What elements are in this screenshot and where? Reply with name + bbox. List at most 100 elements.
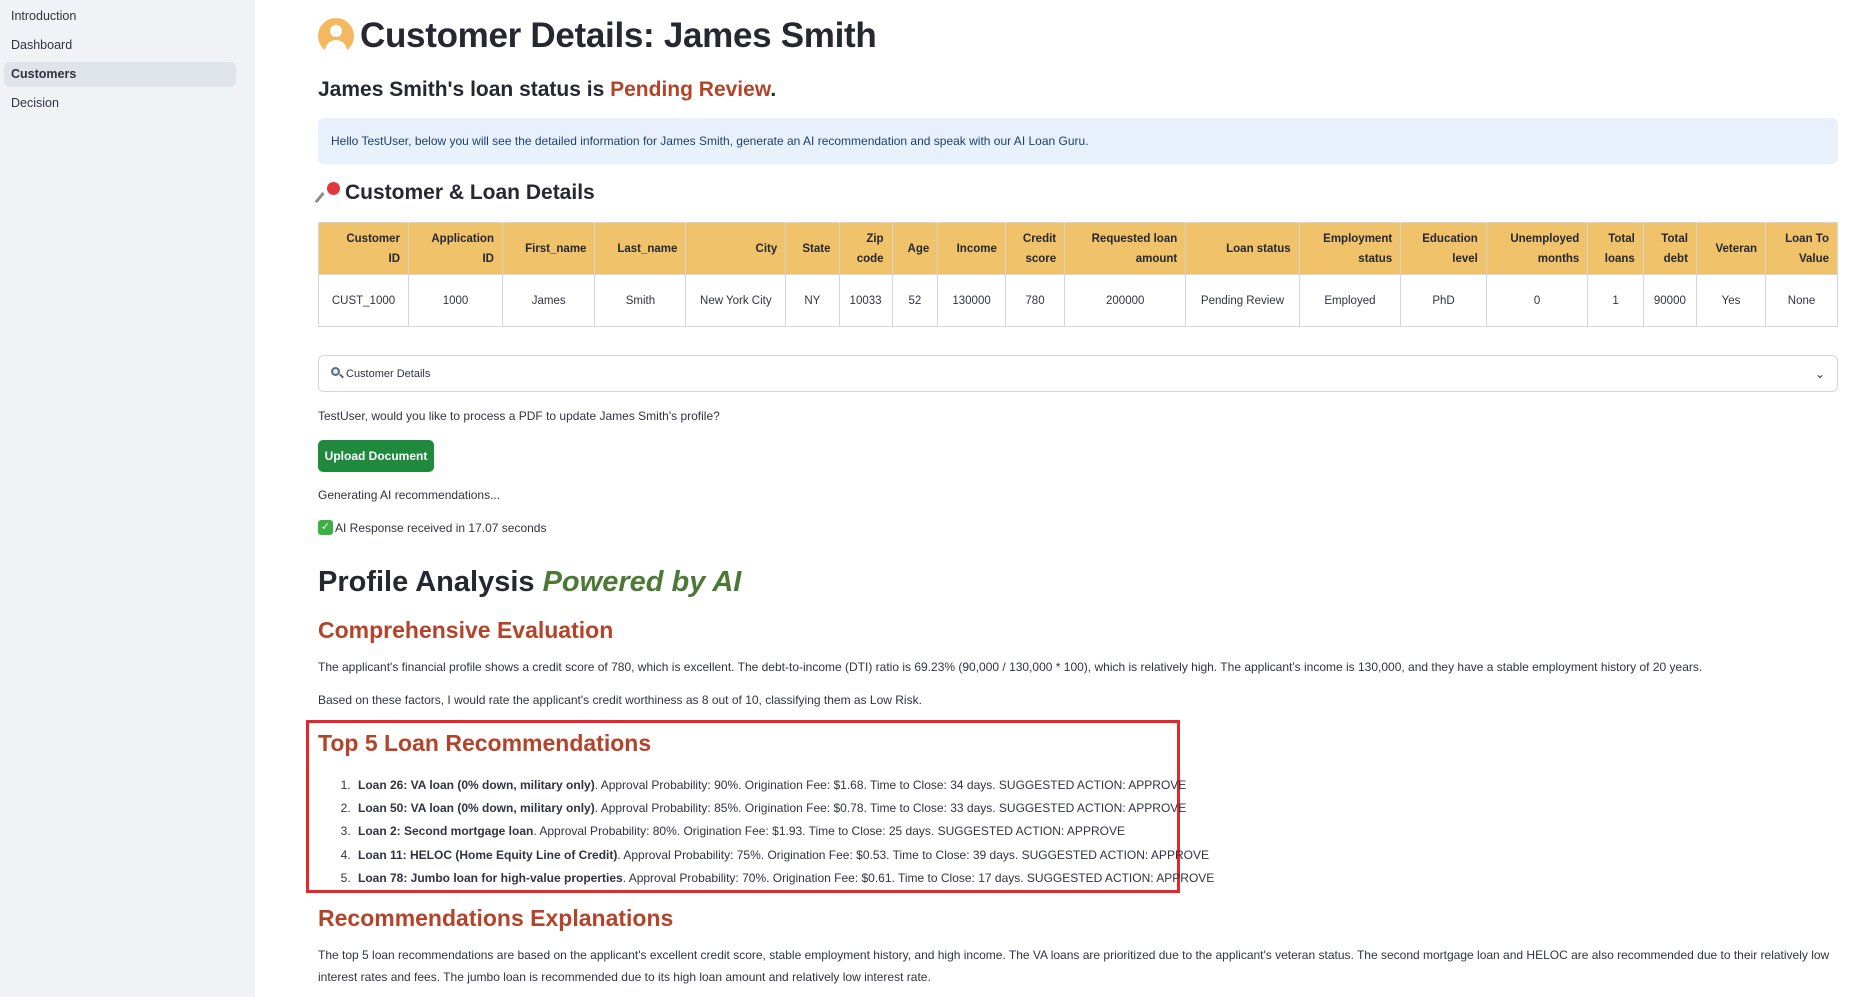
column-header-text: ID xyxy=(388,252,401,265)
pushpin-icon xyxy=(314,181,342,205)
table-cell: 1000 xyxy=(408,274,503,327)
info-alert: Hello TestUser, below you will see the d… xyxy=(318,118,1838,164)
magnifier-icon xyxy=(331,367,344,380)
loan-detail: . Approval Probability: 85%. Origination… xyxy=(594,801,1187,816)
column-header-text: amount xyxy=(1135,252,1178,265)
table-cell: None xyxy=(1765,274,1838,327)
column-header-text: Total xyxy=(1608,232,1635,245)
profile-title-main: Profile Analysis xyxy=(318,566,543,598)
table-row: CUST_1000 1000 James Smith New York City NY 10… xyxy=(317,274,1838,327)
column-header-text: Employment xyxy=(1323,232,1393,245)
sidebar-item-introduction[interactable]: Introduction xyxy=(4,4,236,29)
loan-name: Loan 78: Jumbo loan for high-value prope… xyxy=(358,870,623,885)
sidebar-item-decision[interactable]: Decision xyxy=(4,91,236,116)
recommendation-item: Loan 11: HELOC (Home Equity Line of Cred… xyxy=(354,844,1214,867)
sidebar-item-customers[interactable]: Customers xyxy=(4,62,236,87)
column-header: Unemployed months xyxy=(1485,222,1589,275)
column-header-text: Last_name xyxy=(617,242,678,255)
table-cell: 1 xyxy=(1587,274,1644,327)
table-cell: 10033 xyxy=(838,274,893,327)
explanations-heading: Recommendations Explanations xyxy=(318,905,674,931)
profile-analysis-heading: Profile Analysis Powered by AI xyxy=(318,566,741,599)
column-header-text: Zip xyxy=(866,232,884,245)
customer-details-expander[interactable]: Customer Details ⌄ xyxy=(318,355,1838,392)
status-value: Pending Review xyxy=(610,78,771,101)
column-header: Loan status xyxy=(1185,222,1300,275)
recommendations-list: Loan 26: VA loan (0% down, military only… xyxy=(354,774,1214,890)
table-cell: NY xyxy=(785,274,840,327)
sidebar: Introduction Dashboard Customers Decisio… xyxy=(0,0,255,997)
column-header: City xyxy=(685,222,787,275)
upload-document-button[interactable]: Upload Document xyxy=(318,440,434,472)
column-header-text: Total xyxy=(1661,232,1688,245)
evaluation-heading: Comprehensive Evaluation xyxy=(318,617,614,643)
explanations-paragraph: The top 5 loan recommendations are based… xyxy=(318,948,1830,984)
evaluation-paragraph-1: The applicant's financial profile shows … xyxy=(318,660,1703,674)
table-cell: Pending Review xyxy=(1185,274,1300,327)
powered-by-ai: Powered by AI xyxy=(542,566,742,598)
table-cell: Yes xyxy=(1695,274,1767,327)
loan-detail: . Approval Probability: 75%. Origination… xyxy=(617,847,1209,862)
column-header-text: Requested loan xyxy=(1091,232,1178,245)
loan-name: Loan 26: VA loan (0% down, military only… xyxy=(358,778,595,792)
section-title: Customer & Loan Details xyxy=(345,181,595,204)
recommendation-item: Loan 26: VA loan (0% down, military only… xyxy=(354,774,1214,797)
column-header: Age xyxy=(891,222,939,275)
column-header: Requested loan amount xyxy=(1064,222,1187,275)
column-header-text: Education xyxy=(1422,232,1478,245)
loan-name: Loan 11: HELOC (Home Equity Line of Cred… xyxy=(358,847,618,862)
column-header: Income xyxy=(937,222,1006,275)
table-cell: 780 xyxy=(1004,274,1066,327)
column-header: Credit score xyxy=(1004,222,1066,275)
column-header-text: Value xyxy=(1798,252,1829,265)
column-header: Total debt xyxy=(1642,222,1697,275)
column-header-text: Loan status xyxy=(1226,242,1291,255)
ai-response-text: AI Response received in 17.07 seconds xyxy=(335,520,547,535)
table-cell: James xyxy=(501,274,596,327)
table-cell: Smith xyxy=(594,274,687,327)
table-cell: PhD xyxy=(1400,274,1487,327)
column-header: Total loans xyxy=(1587,222,1644,275)
column-header-text: Veteran xyxy=(1715,242,1758,255)
expander-label: Customer Details xyxy=(346,367,431,380)
column-header-text: level xyxy=(1452,252,1478,265)
ai-response-status: ✓ AI Response received in 17.07 seconds xyxy=(318,520,546,535)
column-header: Education level xyxy=(1400,222,1487,275)
column-header-text: months xyxy=(1537,252,1580,265)
loan-detail: . Approval Probability: 70%. Origination… xyxy=(622,870,1215,885)
user-avatar-icon xyxy=(318,18,354,54)
table-cell: 90000 xyxy=(1642,274,1697,327)
column-header-text: Unemployed xyxy=(1510,232,1580,245)
table-cell: 52 xyxy=(891,274,939,327)
table-cell: 130000 xyxy=(937,274,1006,327)
chevron-down-icon[interactable]: ⌄ xyxy=(1815,367,1825,381)
column-header-text: Application xyxy=(431,232,494,245)
sidebar-item-dashboard[interactable]: Dashboard xyxy=(4,33,236,58)
generating-text: Generating AI recommendations... xyxy=(318,488,501,502)
column-header: Customer ID xyxy=(317,222,410,275)
check-mark-icon: ✓ xyxy=(318,520,333,535)
column-header-text: Customer xyxy=(346,232,401,245)
recommendation-item: Loan 50: VA loan (0% down, military only… xyxy=(354,797,1214,820)
column-header: Veteran xyxy=(1695,222,1767,275)
column-header-text: score xyxy=(1025,252,1057,265)
table-header-row: Customer ID Application ID First_name Last_na… xyxy=(317,222,1838,275)
column-header-text: ID xyxy=(482,252,494,265)
customer-table: Customer ID Application ID First_name Last_na… xyxy=(317,222,1838,327)
column-header: State xyxy=(785,222,840,275)
column-header: Last_name xyxy=(594,222,687,275)
table-cell: 0 xyxy=(1485,274,1589,327)
column-header-text: First_name xyxy=(525,242,587,255)
column-header-text: Credit xyxy=(1022,232,1057,245)
recommendation-item: Loan 78: Jumbo loan for high-value prope… xyxy=(354,867,1214,890)
column-header-text: code xyxy=(856,252,884,265)
status-suffix: . xyxy=(770,78,777,101)
loan-detail: . Approval Probability: 80%. Origination… xyxy=(533,824,1125,839)
upload-prompt: TestUser, would you like to process a PD… xyxy=(318,409,720,423)
column-header-text: State xyxy=(802,242,831,255)
recommendation-item: Loan 2: Second mortgage loan. Approval P… xyxy=(354,820,1214,843)
loan-name: Loan 2: Second mortgage loan xyxy=(358,824,534,839)
column-header-text: Loan To xyxy=(1785,232,1829,245)
column-header: Employment status xyxy=(1298,222,1402,275)
column-header: First_name xyxy=(501,222,596,275)
